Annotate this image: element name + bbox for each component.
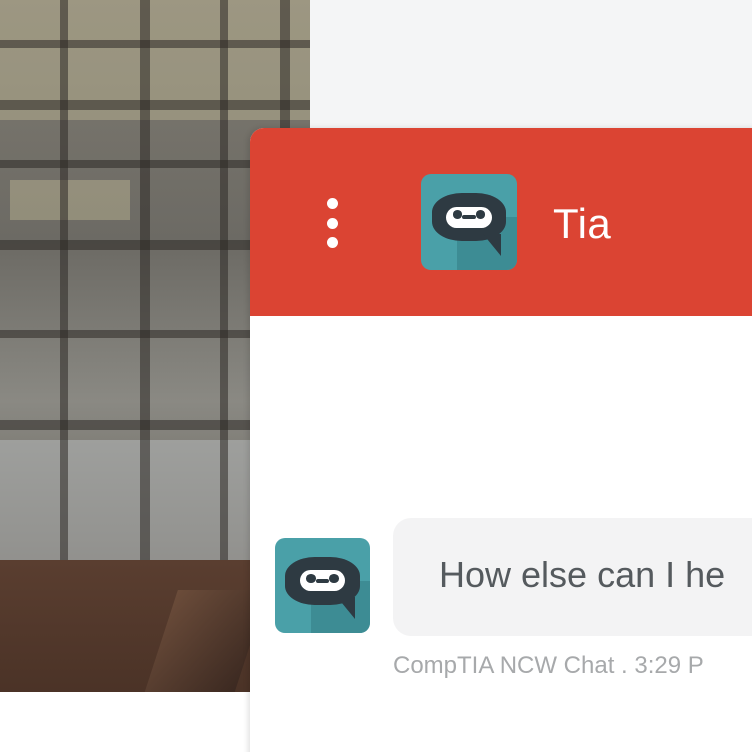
message-bubble: How else can I he bbox=[393, 518, 752, 636]
message-text: How else can I he bbox=[439, 554, 726, 595]
chat-header: Tia bbox=[250, 128, 752, 316]
bot-name: Tia bbox=[553, 200, 612, 247]
message-timestamp: CompTIA NCW Chat . 3:29 P bbox=[393, 652, 704, 679]
chatbot-avatar-icon bbox=[421, 174, 517, 270]
chat-window: Tia How else can I he CompTIA NCW Chat .… bbox=[250, 128, 752, 752]
kebab-menu-icon[interactable] bbox=[316, 192, 348, 254]
page-background bbox=[310, 0, 752, 140]
page: Tia How else can I he CompTIA NCW Chat .… bbox=[0, 0, 752, 752]
chatbot-avatar-icon bbox=[275, 538, 370, 633]
